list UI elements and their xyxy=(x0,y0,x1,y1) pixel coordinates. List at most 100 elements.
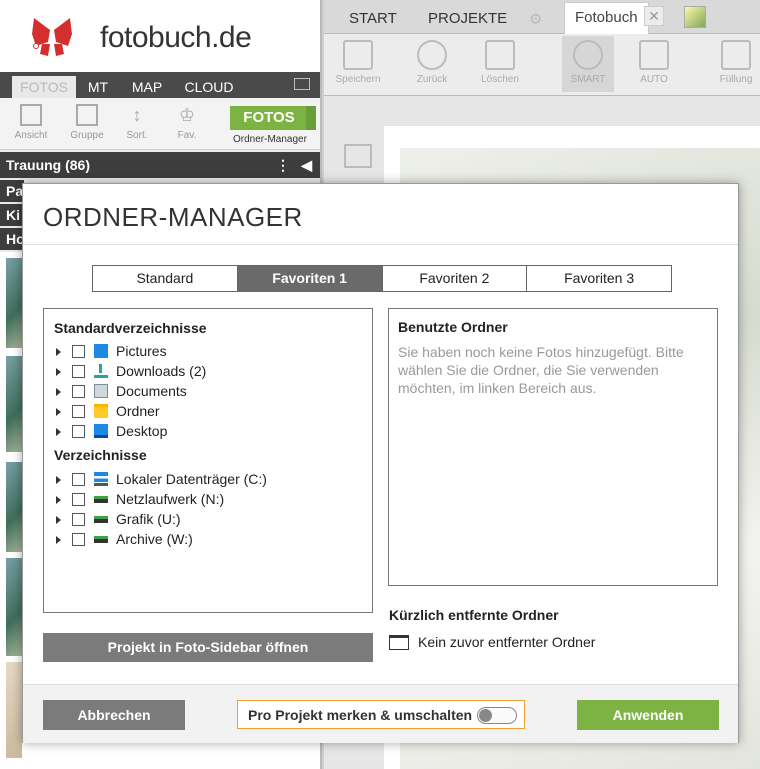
tab-fotobuch[interactable]: Fotobuch xyxy=(564,2,649,34)
fill-button[interactable]: Füllung xyxy=(710,40,760,85)
logo-area: fotobuch.de xyxy=(0,0,320,72)
folder-checkbox[interactable] xyxy=(72,513,85,526)
fotos-dropdown-caret[interactable] xyxy=(306,106,316,130)
photo-thumbnail[interactable] xyxy=(6,558,22,656)
dialog-title: ORDNER-MANAGER xyxy=(43,202,303,232)
folder-label: Ordner xyxy=(116,403,160,419)
smart-button[interactable]: SMART xyxy=(562,36,614,92)
close-tab-icon[interactable]: ✕ xyxy=(644,6,664,26)
butterfly-logo-icon xyxy=(32,18,72,56)
expand-caret-icon[interactable] xyxy=(56,536,61,544)
photo-thumbnail[interactable] xyxy=(6,356,22,452)
more-icon[interactable]: ⋮ xyxy=(276,152,290,178)
group-label: Gruppe xyxy=(70,130,104,141)
expand-caret-icon[interactable] xyxy=(56,348,61,356)
tab-cloud[interactable]: CLOUD xyxy=(180,76,238,98)
tab-favoriten-3[interactable]: Favoriten 3 xyxy=(526,266,671,291)
recent-removed-title: Kürzlich entfernte Ordner xyxy=(389,607,559,623)
open-project-in-sidebar-button[interactable]: Projekt in Foto-Sidebar öffnen xyxy=(43,633,373,662)
apply-button[interactable]: Anwenden xyxy=(577,700,719,730)
folder-checkbox[interactable] xyxy=(72,533,85,546)
undo-button[interactable]: Zurück xyxy=(406,40,458,85)
editor-toolbar: Speichern Zurück Löschen SMART AUTO Füll… xyxy=(324,34,760,96)
album-title: Trauung (86) xyxy=(6,157,91,173)
trash-icon xyxy=(485,40,515,70)
crown-icon: ♔ xyxy=(178,105,196,125)
folder-checkbox[interactable] xyxy=(72,385,85,398)
folder-label: Desktop xyxy=(116,423,168,439)
folder-checkbox[interactable] xyxy=(72,365,85,378)
used-folders-panel: Benutzte Ordner Sie haben noch keine Fot… xyxy=(388,308,718,586)
expand-caret-icon[interactable] xyxy=(56,428,61,436)
standard-section-title: Standardverzeichnisse xyxy=(54,320,207,336)
network-drive-icon xyxy=(94,516,108,523)
folder-label: Documents xyxy=(116,383,187,399)
expand-caret-icon[interactable] xyxy=(56,408,61,416)
tab-standard[interactable]: Standard xyxy=(93,266,237,291)
recent-removed-empty-text: Kein zuvor entfernter Ordner xyxy=(418,634,596,650)
folder-checkbox[interactable] xyxy=(72,405,85,418)
tab-map[interactable]: MAP xyxy=(124,76,170,98)
delete-button[interactable]: Löschen xyxy=(474,40,526,85)
save-label: Speichern xyxy=(335,74,381,85)
folder-checkbox[interactable] xyxy=(72,493,85,506)
sidebar-toolbar: Ansicht Gruppe ↕ Sort. ♔ Fav. FOTOS Ordn… xyxy=(0,98,320,150)
fill-icon xyxy=(721,40,751,70)
group-button[interactable]: Gruppe xyxy=(64,104,110,141)
fotos-button[interactable]: FOTOS xyxy=(230,106,308,130)
toggle-label: Pro Projekt merken & umschalten xyxy=(248,707,473,723)
tab-start[interactable]: START xyxy=(349,10,397,27)
auto-button[interactable]: AUTO xyxy=(628,40,680,85)
documents-icon xyxy=(94,384,108,398)
tab-fotos[interactable]: FOTOS xyxy=(12,76,76,98)
expand-caret-icon[interactable] xyxy=(56,388,61,396)
drive-label: Netzlaufwerk (N:) xyxy=(116,491,225,507)
expand-caret-icon[interactable] xyxy=(56,516,61,524)
remember-per-project-toggle-box[interactable]: Pro Projekt merken & umschalten xyxy=(237,700,525,729)
dialog-footer: Abbrechen Pro Projekt merken & umschalte… xyxy=(23,684,738,743)
album-header[interactable]: Trauung (86) ⋮ ◀ xyxy=(0,152,320,178)
album-row[interactable]: Pa xyxy=(0,180,24,202)
photo-thumbnail[interactable] xyxy=(6,462,22,552)
folder-checkbox[interactable] xyxy=(72,425,85,438)
expand-caret-icon[interactable] xyxy=(56,368,61,376)
tab-favoriten-2[interactable]: Favoriten 2 xyxy=(381,266,527,291)
favorites-label: Fav. xyxy=(177,130,197,141)
lightbulb-icon xyxy=(573,40,603,70)
sidebar-tabs: FOTOS MT MAP CLOUD xyxy=(0,72,320,98)
album-row[interactable]: Ki xyxy=(0,204,24,226)
save-button[interactable]: Speichern xyxy=(332,40,384,85)
remember-per-project-toggle[interactable] xyxy=(477,707,517,724)
tab-favoriten-1[interactable]: Favoriten 1 xyxy=(236,266,382,291)
collapse-icon[interactable]: ◀ xyxy=(301,152,312,178)
directories-section-title: Verzeichnisse xyxy=(54,447,147,463)
local-drive-icon xyxy=(94,472,108,486)
tab-mt[interactable]: MT xyxy=(80,76,116,98)
used-folders-empty-text: Sie haben noch keine Fotos hinzugefügt. … xyxy=(398,344,684,396)
settings-gear-icon[interactable]: ⚙ xyxy=(529,10,542,28)
toggle-knob xyxy=(479,709,492,722)
favorites-button[interactable]: ♔ Fav. xyxy=(164,104,210,141)
delete-label: Löschen xyxy=(481,74,519,85)
album-row[interactable]: Ho xyxy=(0,228,25,250)
expand-caret-icon[interactable] xyxy=(56,496,61,504)
favorites-tabs: Standard Favoriten 1 Favoriten 2 Favorit… xyxy=(92,265,672,292)
ordner-manager-label: Ordner-Manager xyxy=(233,134,307,145)
grid-icon xyxy=(76,104,98,126)
undo-label: Zurück xyxy=(416,74,448,85)
tab-projekte[interactable]: PROJEKTE xyxy=(428,10,507,27)
photo-thumbnail[interactable] xyxy=(6,258,22,348)
pictures-icon xyxy=(94,344,108,358)
view-button[interactable]: Ansicht xyxy=(8,104,54,141)
project-thumbnail-tab[interactable] xyxy=(684,6,706,28)
folder-checkbox[interactable] xyxy=(72,345,85,358)
folder-checkbox[interactable] xyxy=(72,473,85,486)
sort-button[interactable]: ↕ Sort. xyxy=(114,104,160,141)
expand-caret-icon[interactable] xyxy=(56,476,61,484)
mail-icon[interactable] xyxy=(294,78,310,90)
cancel-button[interactable]: Abbrechen xyxy=(43,700,185,730)
view-icon xyxy=(20,104,42,126)
photo-thumbnail[interactable] xyxy=(6,662,22,758)
add-image-icon[interactable] xyxy=(344,144,372,168)
undo-icon xyxy=(417,40,447,70)
